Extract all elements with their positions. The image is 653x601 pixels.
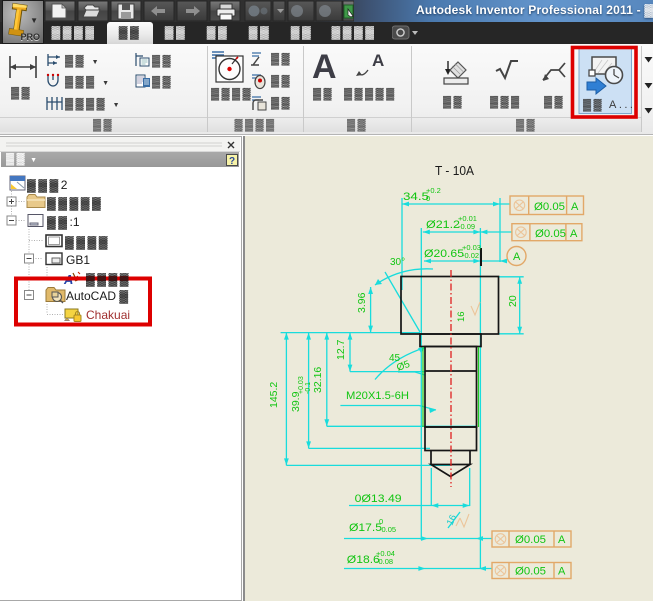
svg-text:Ø18.6: Ø18.6 [347,554,380,566]
svg-text:A: A [571,201,579,213]
svg-text:16: 16 [456,311,467,322]
svg-text:30°: 30° [390,257,405,268]
svg-text:Ø20.65: Ø20.65 [424,248,464,260]
svg-text:0Ø13.49: 0Ø13.49 [355,493,402,505]
svg-text:A: A [570,228,578,240]
svg-text:-0.08: -0.08 [376,557,393,566]
svg-text:3.96: 3.96 [356,292,368,313]
svg-text:12.7: 12.7 [335,339,347,360]
svg-text:T - 10A: T - 10A [435,163,474,178]
svg-text:32.16: 32.16 [312,367,324,393]
svg-text:0: 0 [426,194,430,203]
svg-text:20: 20 [507,295,519,307]
svg-text:-0.02: -0.02 [462,251,479,260]
svg-text:A: A [558,534,566,546]
svg-text:?: ? [229,156,235,167]
svg-text:Ø0.05: Ø0.05 [534,201,565,213]
svg-text:-0.05: -0.05 [379,525,396,534]
svg-text:-0.1: -0.1 [305,382,312,394]
svg-text:Ø21.2: Ø21.2 [426,219,460,231]
svg-text:A: A [558,566,566,578]
svg-text:Ø17.5: Ø17.5 [349,522,382,534]
svg-text:A: A [312,48,337,86]
svg-text:A: A [513,251,521,263]
svg-text:M20X1.5-6H: M20X1.5-6H [346,390,409,402]
svg-text:-0.09: -0.09 [458,222,475,231]
svg-text:Ø0.05: Ø0.05 [515,534,546,546]
svg-text:Ø0.05: Ø0.05 [535,228,566,240]
svg-text:Ø0.05: Ø0.05 [515,566,546,578]
svg-text:145.2: 145.2 [268,382,280,408]
svg-text:+0.03: +0.03 [298,376,305,394]
svg-text:A: A [372,51,384,70]
